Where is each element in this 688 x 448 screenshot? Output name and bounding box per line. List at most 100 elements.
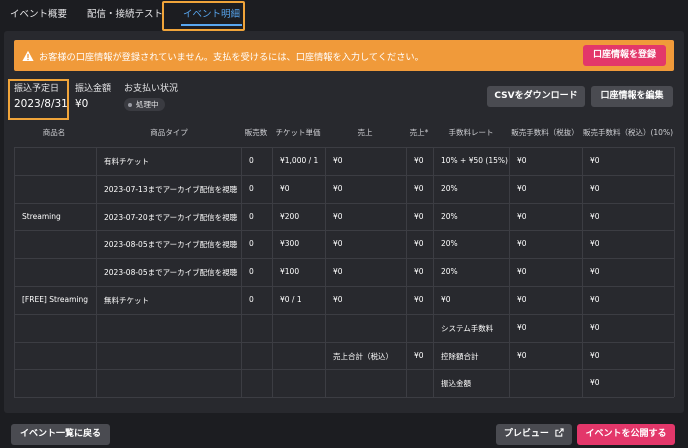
- tab-event-overview[interactable]: イベント概要: [0, 0, 77, 30]
- transfer-amount: 振込金額 ¥0: [75, 81, 111, 110]
- column-header: 商品名: [42, 128, 66, 137]
- publish-event-button[interactable]: イベントを公開する: [577, 424, 675, 445]
- table-cell: ¥200: [280, 211, 300, 221]
- preview-button[interactable]: プレビュー: [496, 424, 572, 445]
- table-cell: ¥0: [517, 267, 527, 277]
- table-column-divider: [325, 147, 326, 398]
- table-cell: 20%: [441, 239, 458, 249]
- table-column-divider: [14, 147, 15, 398]
- table-cell: ¥0: [517, 155, 527, 165]
- table-cell: ¥1,000 / 1: [280, 155, 319, 165]
- transfer-amount-label: 振込金額: [75, 84, 112, 94]
- table-cell: 0: [249, 267, 254, 277]
- register-account-button[interactable]: 口座情報を登録: [582, 45, 666, 66]
- edit-account-button[interactable]: 口座情報を編集: [591, 86, 673, 107]
- table-cell: ¥0 / 1: [280, 294, 302, 304]
- column-header: 売上: [357, 128, 373, 137]
- warning-message: お客様の口座情報が登録されていません。支払を受けるには、口座情報を入力してくださ…: [39, 51, 424, 63]
- table-cell: ¥0: [517, 294, 527, 304]
- transfer-amount-value: ¥0: [75, 98, 89, 110]
- table-row-divider: [14, 369, 674, 371]
- summary-value: ¥0: [590, 378, 600, 388]
- transfer-date-highlight: [8, 79, 69, 120]
- table-cell: 20%: [441, 183, 458, 193]
- table-cell: ¥0: [441, 294, 451, 304]
- column-header: チケット単価: [275, 128, 321, 137]
- column-header: 売上*: [409, 128, 429, 137]
- table-cell: 2023-08-05までアーカイブ配信を視聴: [104, 240, 238, 250]
- table-cell: ¥0: [280, 183, 290, 193]
- table-cell: ¥0: [590, 239, 600, 249]
- table-cell: ¥0: [590, 211, 600, 221]
- table-cell: ¥0: [517, 239, 527, 249]
- column-header: 手数料レート: [448, 128, 494, 137]
- summary-label: 控除額合計: [441, 351, 479, 361]
- summary-label: 振込金額: [441, 379, 471, 389]
- table-cell: ¥0: [414, 211, 424, 221]
- summary-label: システム手数料: [441, 323, 494, 333]
- total-sales-value: ¥0: [414, 350, 424, 360]
- preview-label: プレビュー: [503, 429, 549, 439]
- table-column-divider: [509, 147, 510, 398]
- table-row-divider: [14, 341, 674, 343]
- account-warning-banner: お客様の口座情報が登録されていません。支払を受けるには、口座情報を入力してくださ…: [14, 40, 674, 71]
- payment-status: お支払い状況 処理中: [124, 81, 178, 111]
- status-badge-text: 処理中: [136, 100, 159, 109]
- table-row-divider: [14, 174, 674, 176]
- table-column-divider: [272, 147, 273, 398]
- table-cell: 20%: [441, 211, 458, 221]
- table-cell: ¥300: [280, 239, 300, 249]
- table-row-divider: [14, 202, 674, 204]
- table-row-divider: [14, 230, 674, 232]
- table-cell: ¥0: [590, 294, 600, 304]
- table-cell: ¥0: [590, 155, 600, 165]
- table-row-divider: [14, 397, 674, 399]
- table-cell: ¥0: [333, 183, 343, 193]
- table-cell: ¥0: [414, 294, 424, 304]
- table-column-divider: [582, 147, 583, 398]
- table-cell: ¥0: [333, 267, 343, 277]
- warning-icon: [22, 50, 34, 61]
- table-cell: ¥0: [333, 294, 343, 304]
- table-cell: ¥0: [414, 239, 424, 249]
- table-column-divider: [433, 147, 434, 398]
- table-cell: ¥0: [414, 267, 424, 277]
- external-link-icon: [555, 428, 564, 437]
- table-cell: 有料チケット: [104, 156, 149, 166]
- table-column-divider: [674, 147, 675, 398]
- back-to-event-list-button[interactable]: イベント一覧に戻る: [11, 424, 110, 445]
- total-sales-label: 売上合計（税込）: [333, 351, 393, 361]
- table-row-divider: [14, 147, 674, 148]
- table-cell: ¥0: [590, 183, 600, 193]
- table-cell: ¥0: [517, 183, 527, 193]
- summary-value: ¥0: [590, 350, 600, 360]
- column-header: 販売手数料（税抜）: [511, 128, 579, 137]
- product-name-cell: [FREE] Streaming: [22, 294, 88, 304]
- status-dot-icon: [128, 102, 132, 107]
- table-column-divider: [96, 147, 97, 398]
- table-column-divider: [406, 147, 407, 398]
- table-cell: ¥0: [333, 239, 343, 249]
- table-cell: 2023-08-05までアーカイブ配信を視聴: [104, 268, 238, 278]
- table-row-divider: [14, 258, 674, 260]
- table-cell: 0: [249, 155, 254, 165]
- tab-streaming-test[interactable]: 配信・接続テスト: [77, 0, 173, 30]
- table-cell: 2023-07-20までアーカイブ配信を視聴: [104, 212, 238, 222]
- csv-download-button[interactable]: CSVをダウンロード: [487, 86, 585, 107]
- table-column-divider: [241, 147, 242, 398]
- table-cell: 10% + ¥50 (15%): [441, 155, 508, 165]
- table-cell: ¥0: [414, 183, 424, 193]
- table-cell: ¥0: [414, 155, 424, 165]
- table-cell: ¥0: [517, 211, 527, 221]
- table-cell: 0: [249, 239, 254, 249]
- summary-value: ¥0: [517, 350, 527, 360]
- table-cell: 0: [249, 294, 254, 304]
- table-cell: ¥0: [590, 267, 600, 277]
- tab-event-details[interactable]: イベント明細: [173, 0, 250, 30]
- status-badge: 処理中: [124, 98, 165, 111]
- column-header: 商品タイプ: [150, 128, 188, 137]
- column-header: 販売手数料（税込）(10%): [582, 128, 674, 137]
- table-cell: 無料チケット: [104, 295, 149, 305]
- sales-table: Streaming [FREE] Streaming 有料チケット 0 ¥1,000 /…: [14, 147, 675, 399]
- details-panel: お客様の口座情報が登録されていません。支払を受けるには、口座情報を入力してくださ…: [4, 31, 684, 413]
